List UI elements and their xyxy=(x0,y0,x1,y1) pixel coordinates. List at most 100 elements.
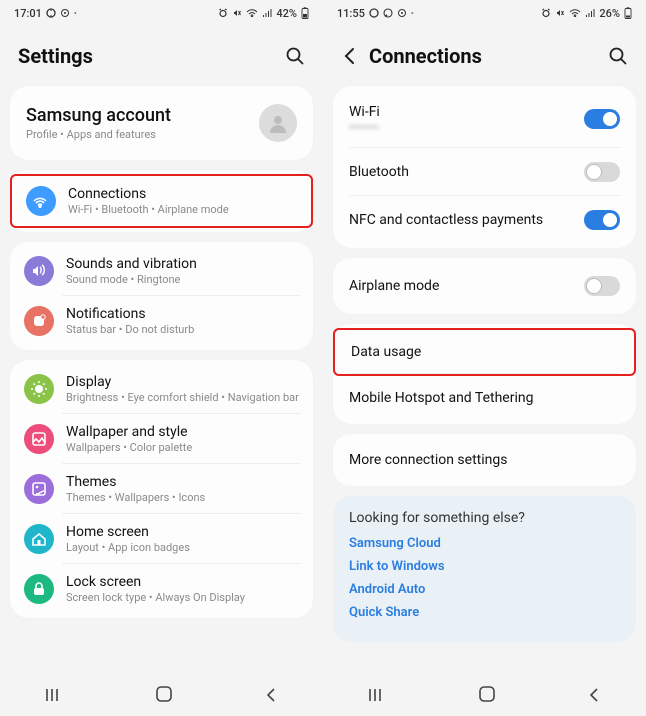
account-sub: Profile • Apps and features xyxy=(26,128,171,141)
connections-row-bluetooth[interactable]: Bluetooth xyxy=(333,148,636,196)
conn-sub: •••••••• xyxy=(349,121,380,134)
row-title: Connections xyxy=(68,186,229,202)
conn-title: NFC and contactless payments xyxy=(349,212,543,228)
display-icon xyxy=(24,374,54,404)
sync-icon xyxy=(369,8,379,18)
account-card[interactable]: Samsung account Profile • Apps and featu… xyxy=(10,86,313,160)
row-title: Sounds and vibration xyxy=(66,256,197,272)
connections-row-airplane[interactable]: Airplane mode xyxy=(333,262,636,310)
settings-row-notifications[interactable]: NotificationsStatus bar • Do not disturb xyxy=(10,296,313,346)
notifications-icon xyxy=(24,306,54,336)
conn-title: More connection settings xyxy=(349,452,507,468)
avatar-icon xyxy=(259,104,297,142)
toggle-airplane[interactable] xyxy=(584,276,620,296)
nav-home[interactable] xyxy=(155,685,173,707)
battery-icon xyxy=(624,7,632,19)
settings-group: ConnectionsWi-Fi • Bluetooth • Airplane … xyxy=(10,170,313,232)
search-button[interactable] xyxy=(608,46,628,66)
link-samsung-cloud[interactable]: Samsung Cloud xyxy=(349,536,620,551)
link-quick-share[interactable]: Quick Share xyxy=(349,605,620,620)
page-title: Connections xyxy=(369,44,482,68)
link-link-to-windows[interactable]: Link to Windows xyxy=(349,559,620,574)
nav-back[interactable] xyxy=(264,687,278,706)
connections-row-hotspot[interactable]: Mobile Hotspot and Tethering xyxy=(333,376,636,420)
connections-screen: 11:55 • 26% Connections Wi-Fi•••••••• Blu… xyxy=(323,0,646,716)
alarm-icon xyxy=(541,8,551,18)
row-sub: Wallpapers • Color palette xyxy=(66,441,192,454)
themes-icon xyxy=(24,474,54,504)
settings-group: DisplayBrightness • Eye comfort shield •… xyxy=(10,360,313,618)
conn-title: Data usage xyxy=(351,344,421,360)
connections-group: Airplane mode xyxy=(333,258,636,314)
link-android-auto[interactable]: Android Auto xyxy=(349,582,620,597)
row-sub: Screen lock type • Always On Display xyxy=(66,591,245,604)
toggle-wifi[interactable] xyxy=(584,109,620,129)
row-title: Display xyxy=(66,374,299,390)
status-dot: • xyxy=(74,9,77,18)
nav-home[interactable] xyxy=(478,685,496,707)
nav-back[interactable] xyxy=(587,687,601,706)
account-title: Samsung account xyxy=(26,105,171,126)
nav-recent[interactable] xyxy=(369,687,387,706)
row-title: Wallpaper and style xyxy=(66,424,192,440)
status-battery: 42% xyxy=(276,7,297,20)
alarm-icon xyxy=(218,8,228,18)
status-dot: • xyxy=(411,9,414,18)
connections-row-more[interactable]: More connection settings xyxy=(333,438,636,482)
status-battery: 26% xyxy=(599,7,620,20)
page-header-left: Settings xyxy=(0,26,323,82)
settings-row-themes[interactable]: ThemesThemes • Wallpapers • Icons xyxy=(10,464,313,514)
connections-row-nfc[interactable]: NFC and contactless payments xyxy=(333,196,636,244)
row-sub: Brightness • Eye comfort shield • Naviga… xyxy=(66,391,299,404)
target-icon xyxy=(397,8,407,18)
status-bar-left: 17:01 • 42% xyxy=(0,0,323,26)
signal-icon xyxy=(585,8,595,18)
whatsapp-icon xyxy=(383,8,393,18)
nav-recent[interactable] xyxy=(46,687,64,706)
conn-title: Wi-Fi xyxy=(349,104,380,120)
settings-row-lock[interactable]: Lock screenScreen lock type • Always On … xyxy=(10,564,313,614)
row-sub: Status bar • Do not disturb xyxy=(66,323,194,336)
wifi-icon xyxy=(246,8,258,18)
nav-bar-left xyxy=(0,676,323,716)
home-icon xyxy=(24,524,54,554)
wallpaper-icon xyxy=(24,424,54,454)
connections-group: More connection settings xyxy=(333,434,636,486)
row-title: Home screen xyxy=(66,524,190,540)
connections-row-wifi[interactable]: Wi-Fi•••••••• xyxy=(333,90,636,148)
looking-for-card: Looking for something else? Samsung Clou… xyxy=(333,496,636,642)
settings-content: Samsung account Profile • Apps and featu… xyxy=(0,82,323,676)
settings-row-sounds[interactable]: Sounds and vibrationSound mode • Rington… xyxy=(10,246,313,296)
row-title: Themes xyxy=(66,474,205,490)
connections-icon xyxy=(26,186,56,216)
settings-row-display[interactable]: DisplayBrightness • Eye comfort shield •… xyxy=(10,364,313,414)
nav-bar-right xyxy=(323,676,646,716)
connections-content: Wi-Fi•••••••• Bluetooth NFC and contactles… xyxy=(323,82,646,676)
row-sub: Sound mode • Ringtone xyxy=(66,273,197,286)
connections-group: Data usage Mobile Hotspot and Tethering xyxy=(333,324,636,424)
settings-row-connections[interactable]: ConnectionsWi-Fi • Bluetooth • Airplane … xyxy=(10,174,313,228)
toggle-bluetooth[interactable] xyxy=(584,162,620,182)
search-button[interactable] xyxy=(285,46,305,66)
status-time: 17:01 xyxy=(14,7,42,20)
conn-title: Bluetooth xyxy=(349,164,409,180)
connections-row-data[interactable]: Data usage xyxy=(333,328,636,376)
chevron-left-icon xyxy=(341,47,359,65)
settings-screen: 17:01 • 42% Settings Samsung account Pro… xyxy=(0,0,323,716)
wifi-icon xyxy=(569,8,581,18)
settings-row-wallpaper[interactable]: Wallpaper and styleWallpapers • Color pa… xyxy=(10,414,313,464)
sync-icon xyxy=(46,8,56,18)
status-time: 11:55 xyxy=(337,7,365,20)
row-title: Notifications xyxy=(66,306,194,322)
back-button[interactable] xyxy=(341,47,359,65)
search-icon xyxy=(608,46,628,66)
mute-icon xyxy=(232,8,242,18)
sounds-icon xyxy=(24,256,54,286)
row-sub: Themes • Wallpapers • Icons xyxy=(66,491,205,504)
signal-icon xyxy=(262,8,272,18)
target-icon xyxy=(60,8,70,18)
page-header-right: Connections xyxy=(323,26,646,82)
page-title: Settings xyxy=(18,44,93,68)
settings-row-home[interactable]: Home screenLayout • App icon badges xyxy=(10,514,313,564)
toggle-nfc[interactable] xyxy=(584,210,620,230)
